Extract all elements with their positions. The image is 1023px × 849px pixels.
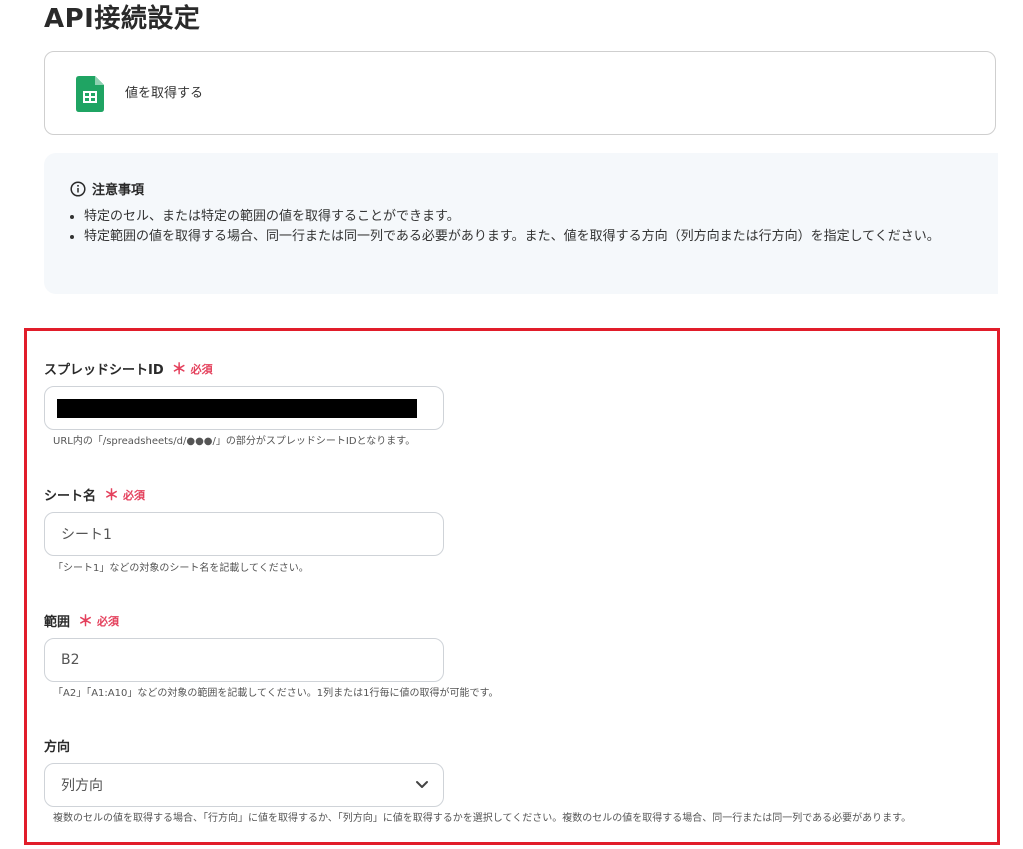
range-label: 範囲 ＊ 必須 [44, 610, 119, 631]
direction-label-text: 方向 [44, 740, 71, 755]
sheet-name-input[interactable]: シート1 [44, 512, 444, 556]
sheet-name-help: 「シート1」などの対象のシート名を記載してください。 [53, 563, 309, 574]
direction-label: 方向 [44, 736, 70, 755]
spreadsheet-id-label: スプレッドシートID ＊ 必須 [44, 358, 213, 379]
direction-select[interactable]: 列方向 [44, 763, 444, 807]
direction-value: 列方向 [61, 778, 103, 794]
chevron-down-icon [416, 781, 428, 788]
notice-item: 特定範囲の値を取得する場合、同一行または同一列である必要があります。また、値を取… [84, 227, 994, 247]
page-title: API接続設定 [44, 4, 201, 34]
google-sheets-icon [76, 76, 104, 112]
required-icon: ＊ [78, 612, 94, 630]
range-value: B2 [61, 652, 80, 668]
direction-help: 複数のセルの値を取得する場合、「行方向」に値を取得するか、「列方向」に値を取得す… [53, 813, 912, 824]
api-connection-settings-page: API接続設定 値を取得する 注意事項 特定のセル、または特定の範囲の値を取得す… [0, 0, 1023, 849]
required-icon: ＊ [171, 360, 187, 378]
spreadsheet-id-help: URL内の「/spreadsheets/d/●●●/」の部分がスプレッドシートI… [53, 436, 416, 447]
info-icon [70, 180, 86, 197]
action-card[interactable]: 値を取得する [44, 51, 996, 135]
notice-panel: 注意事項 特定のセル、または特定の範囲の値を取得することができます。 特定範囲の… [44, 153, 998, 294]
notice-heading: 注意事項 [70, 179, 144, 198]
spreadsheet-id-input[interactable] [44, 386, 444, 430]
sheet-name-label: シート名 ＊ 必須 [44, 484, 145, 505]
sheet-name-value: シート1 [61, 527, 112, 543]
range-help: 「A2」「A1:A10」などの対象の範囲を記載してください。1列または1行毎に値… [53, 688, 499, 699]
notice-heading-text: 注意事項 [92, 183, 145, 198]
notice-list: 特定のセル、または特定の範囲の値を取得することができます。 特定範囲の値を取得す… [64, 207, 994, 247]
required-icon: ＊ [104, 486, 120, 504]
required-badge: 必須 [123, 488, 146, 502]
range-label-text: 範囲 [44, 615, 71, 630]
required-badge: 必須 [190, 362, 213, 376]
action-label: 値を取得する [125, 86, 204, 101]
spreadsheet-id-label-text: スプレッドシートID [44, 363, 164, 378]
redacted-value [57, 399, 417, 418]
range-input[interactable]: B2 [44, 638, 444, 682]
notice-item: 特定のセル、または特定の範囲の値を取得することができます。 [84, 207, 994, 227]
sheet-name-label-text: シート名 [44, 489, 97, 504]
required-badge: 必須 [97, 614, 120, 628]
